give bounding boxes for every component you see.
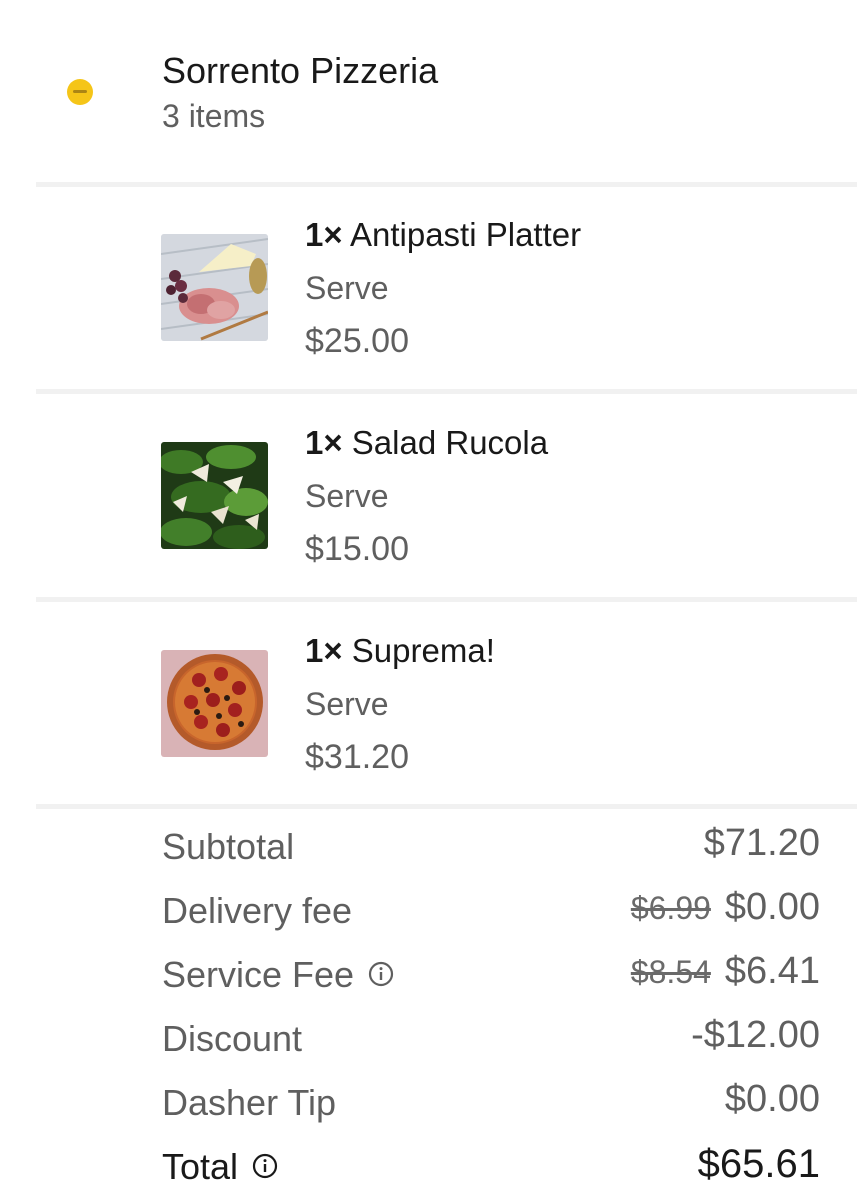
divider [36, 597, 857, 602]
item-title: 1× Suprema! [305, 632, 495, 669]
divider [36, 804, 857, 809]
info-icon[interactable] [368, 961, 394, 987]
subtotal-value: $71.20 [703, 822, 820, 864]
delivery-fee-value: $0.00 [724, 886, 820, 928]
discount-value: -$12.00 [691, 1014, 820, 1056]
store-name[interactable]: Sorrento Pizzeria [162, 50, 438, 92]
dasher-tip-value: $0.00 [724, 1078, 820, 1120]
divider [36, 389, 857, 394]
total-label: Total [162, 1146, 278, 1188]
store-logo [67, 79, 93, 105]
antipasti-platter-photo [161, 234, 268, 341]
dasher-tip-row: Dasher Tip $0.00 [162, 1078, 820, 1132]
pepperoni-pizza-photo [161, 650, 268, 757]
info-icon[interactable] [252, 1153, 278, 1179]
discount-label: Discount [162, 1018, 303, 1059]
delivery-fee-row: Delivery fee $6.99 $0.00 [162, 886, 820, 940]
item-price: $31.20 [305, 738, 409, 776]
item-price: $25.00 [305, 322, 409, 360]
item-option: Serve [305, 270, 389, 306]
cart-item[interactable]: 1× Antipasti Platter Serve $25.00 [0, 216, 857, 437]
discount-row: Discount -$12.00 [162, 1014, 820, 1068]
service-fee-original: $8.54 [630, 954, 711, 990]
rucola-salad-photo [161, 442, 268, 549]
service-fee-value: $6.41 [724, 950, 820, 992]
service-fee-label: Service Fee [162, 954, 394, 996]
service-fee-row: Service Fee $8.54 $6.41 [162, 950, 820, 1004]
delivery-fee-label: Delivery fee [162, 890, 353, 931]
cart-item[interactable]: 1× Salad Rucola Serve $15.00 [0, 424, 857, 645]
item-option: Serve [305, 478, 389, 514]
item-title: 1× Antipasti Platter [305, 216, 582, 253]
total-row: Total $65.61 [162, 1142, 820, 1196]
item-title: 1× Salad Rucola [305, 424, 549, 461]
item-price: $15.00 [305, 530, 409, 568]
subtotal-label: Subtotal [162, 826, 295, 867]
subtotal-row: Subtotal $71.20 [162, 822, 820, 876]
dasher-tip-label: Dasher Tip [162, 1082, 337, 1123]
total-value: $65.61 [697, 1142, 820, 1186]
delivery-fee-original: $6.99 [630, 890, 711, 926]
item-count: 3 items [162, 98, 266, 134]
divider [36, 182, 857, 187]
item-option: Serve [305, 686, 389, 722]
store-header: Sorrento Pizzeria 3 items [0, 0, 857, 183]
